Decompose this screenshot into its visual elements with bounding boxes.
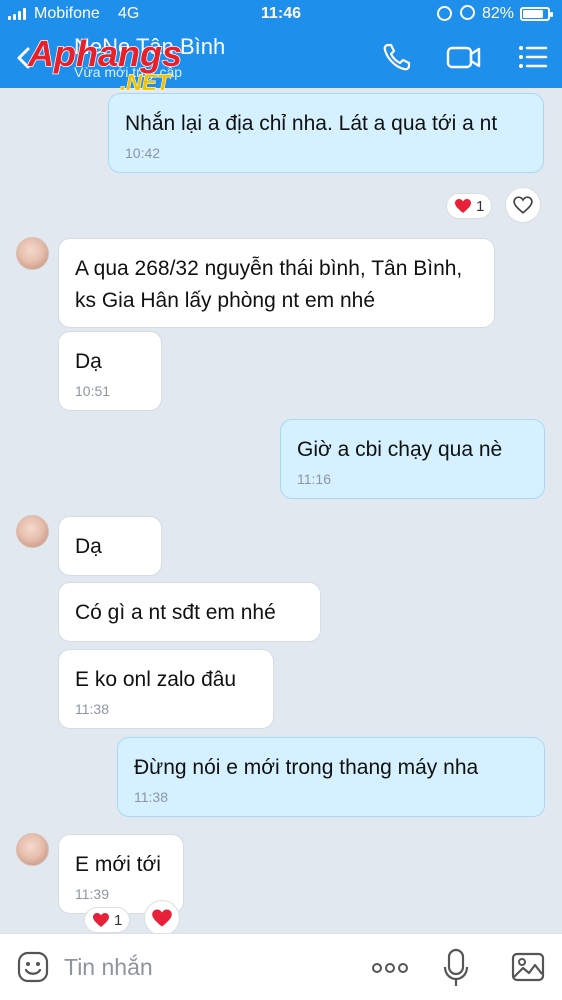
battery-percent: 82% [482,5,515,22]
heart-outline-icon [513,196,533,214]
message-time: 10:51 [75,383,111,399]
more-button[interactable] [370,956,410,980]
video-call-button[interactable] [446,40,481,74]
microphone-button[interactable] [441,947,471,989]
message-input[interactable] [64,952,344,982]
react-button[interactable] [505,187,541,223]
heart-icon [93,913,109,927]
image-button[interactable] [510,950,546,984]
message-time: 10:42 [125,145,161,161]
outgoing-message[interactable]: Giờ a cbi chạy qua nè 11:16 [280,419,545,499]
alarm-icon [460,5,475,20]
message-text: Nhắn lại a địa chỉ nha. Lát a qua tới a … [125,112,498,135]
menu-button[interactable] [516,40,550,74]
message-time: 11:16 [297,471,331,487]
watermark-logo: Aphangs .NET [26,34,183,94]
phone-icon [383,43,411,71]
video-call-icon [446,46,481,69]
incoming-message[interactable]: E ko onl zalo đâu 11:38 [58,649,274,729]
outgoing-message[interactable]: Đừng nói e mới trong thang máy nha 11:38 [117,737,545,817]
message-text: A qua 268/32 nguyễn thái bình, Tân Bình,… [75,257,463,312]
incoming-message[interactable]: Dạ [58,516,162,576]
incoming-message[interactable]: Dạ 10:51 [58,331,162,411]
contact-avatar[interactable] [16,237,49,270]
heart-icon [152,909,172,927]
message-text: Giờ a cbi chạy qua nè [297,438,503,461]
battery-icon [520,7,553,21]
message-text: Dạ [75,350,102,373]
message-text: E ko onl zalo đâu [75,668,237,691]
message-time: 11:39 [75,886,109,902]
message-input-bar [0,933,562,1000]
contact-avatar[interactable] [16,833,49,866]
message-text: Dạ [75,535,102,558]
chat-header: Mobifone 4G 11:46 82% NeNe Tân Bình Vừa … [0,0,562,94]
status-bar: Mobifone 4G 11:46 82% [0,0,562,28]
incoming-message[interactable]: A qua 268/32 nguyễn thái bình, Tân Bình,… [58,238,495,328]
emoji-icon [17,951,49,983]
image-icon [511,952,545,982]
menu-icon [519,46,548,68]
message-time: 11:38 [75,701,109,717]
react-button[interactable] [144,900,180,936]
microphone-icon [443,948,469,986]
incoming-message[interactable]: Có gì a nt sđt em nhé [58,582,321,642]
emoji-button[interactable] [16,950,50,984]
message-text: E mới tới [75,853,161,876]
more-icon [372,963,408,973]
message-text: Có gì a nt sđt em nhé [75,601,276,624]
reaction-count: 1 [114,911,123,929]
message-time: 11:38 [134,789,168,805]
outgoing-message[interactable]: Nhắn lại a địa chỉ nha. Lát a qua tới a … [108,93,544,173]
rotation-lock-icon [437,6,452,21]
reaction-summary[interactable]: 1 [84,907,131,933]
reaction-count: 1 [476,197,485,215]
battery-level [523,10,543,18]
contact-avatar[interactable] [16,515,49,548]
chat-messages[interactable]: Nhắn lại a địa chỉ nha. Lát a qua tới a … [0,88,562,936]
message-text: Đừng nói e mới trong thang máy nha [134,756,479,779]
reaction-summary[interactable]: 1 [446,193,493,219]
heart-icon [455,199,471,213]
call-button[interactable] [380,40,414,74]
status-time: 11:46 [260,5,302,22]
svg-text:Aphangs: Aphangs [27,34,182,74]
